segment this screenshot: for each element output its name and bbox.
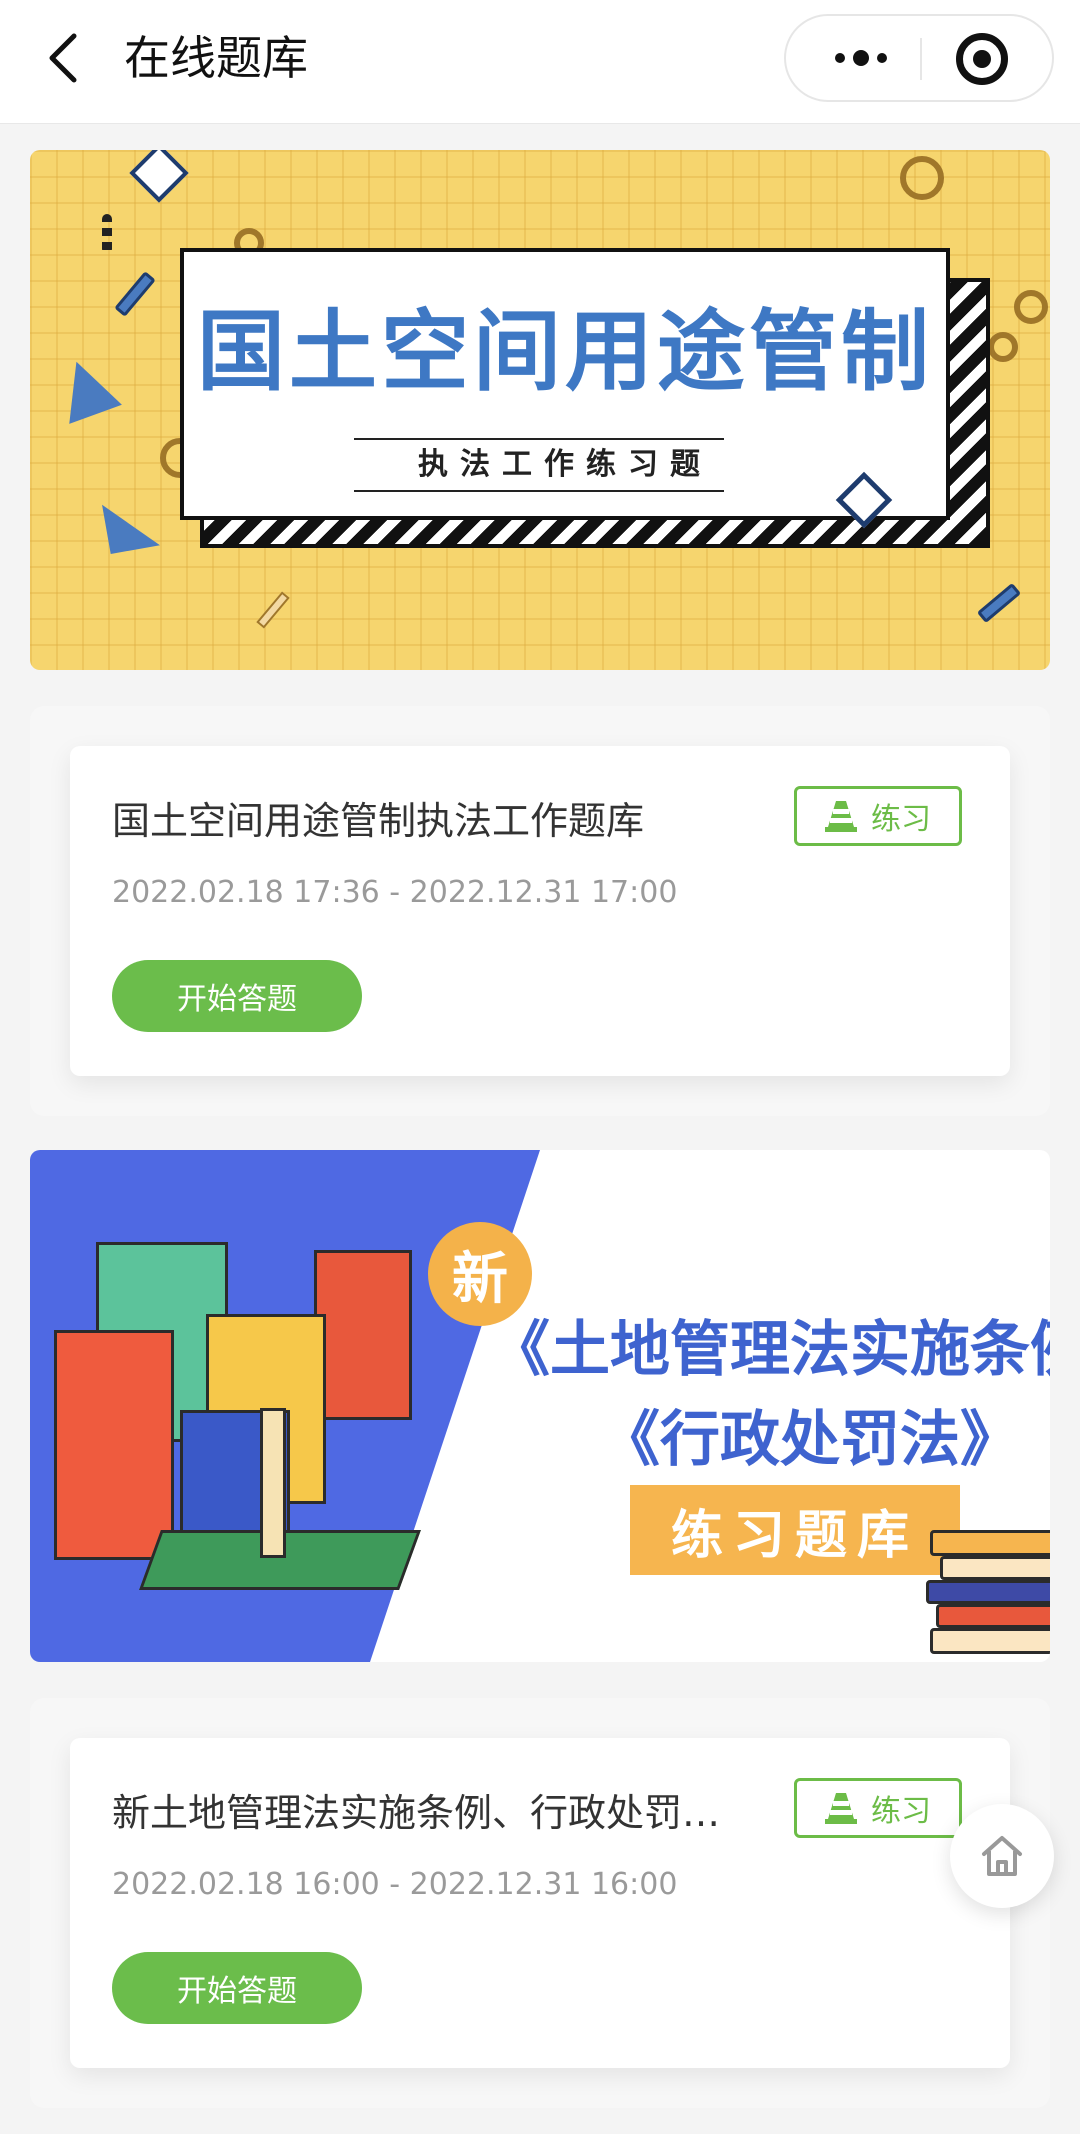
tag-label: 练习 <box>871 1794 931 1829</box>
page-title: 在线题库 <box>124 31 308 85</box>
chevron-left-icon <box>49 33 77 83</box>
triangle-decoration <box>102 496 160 554</box>
home-button[interactable] <box>950 1804 1054 1908</box>
triangle-decoration <box>50 352 122 424</box>
quiz-card[interactable]: 新土地管理法实施条例、行政处罚法练习题库 练习 2022.02.18 16:00… <box>70 1738 1010 2068</box>
navigation-bar: 在线题库 <box>0 0 1080 124</box>
traffic-cone-icon <box>825 801 857 832</box>
traffic-cone-icon <box>825 1793 857 1824</box>
dots-decoration <box>102 214 112 254</box>
title-board: 国土空间用途管制 执法工作练习题 <box>180 248 950 529</box>
diamond-decoration <box>129 150 189 203</box>
mini-program-capsule <box>784 14 1054 102</box>
quiz-time-range: 2022.02.18 16:00 - 2022.12.31 16:00 <box>112 1867 678 1902</box>
quiz-card[interactable]: 国土空间用途管制执法工作题库 练习 2022.02.18 17:36 - 202… <box>70 746 1010 1076</box>
pencil-decoration <box>114 271 156 317</box>
pencil-decoration <box>976 582 1022 624</box>
practice-tag: 练习 <box>794 786 962 846</box>
banner-headline-1: 《土地管理法实施条例》 <box>490 1315 1050 1385</box>
start-answer-button[interactable]: 开始答题 <box>112 960 362 1032</box>
banner-subtitle: 执法工作练习题 <box>418 447 712 482</box>
more-button[interactable] <box>806 16 916 100</box>
capsule-divider <box>920 38 922 80</box>
ring-decoration <box>900 156 944 200</box>
banner-title: 国土空间用途管制 <box>196 300 933 403</box>
quiz-title: 新土地管理法实施条例、行政处罚法练习题库 <box>112 1791 732 1835</box>
ring-decoration <box>1014 290 1048 324</box>
tag-label: 练习 <box>871 802 931 837</box>
quiz-card-container: 国土空间用途管制执法工作题库 练习 2022.02.18 17:36 - 202… <box>30 706 1050 1116</box>
banner-headline-2: 《行政处罚法》 <box>600 1405 1020 1475</box>
practice-tag: 练习 <box>794 1778 962 1838</box>
divider-line <box>354 438 724 440</box>
ring-decoration <box>988 332 1018 362</box>
quiz-time-range: 2022.02.18 17:36 - 2022.12.31 17:00 <box>112 875 678 910</box>
quiz-title: 国土空间用途管制执法工作题库 <box>112 799 645 843</box>
back-button[interactable] <box>34 28 94 88</box>
pencil-decoration <box>256 591 290 629</box>
target-circle-icon <box>973 50 991 68</box>
banner-pill-label: 练习题库 <box>630 1485 960 1575</box>
banner-land-law-practice[interactable]: 新 《土地管理法实施条例》 《行政处罚法》 练习题库 <box>30 1150 1050 1662</box>
close-button[interactable] <box>956 33 1008 85</box>
home-icon <box>982 1836 1022 1876</box>
banner-land-use-control[interactable]: 国土空间用途管制 执法工作练习题 <box>30 150 1050 670</box>
divider-line <box>354 490 724 492</box>
more-dots-icon <box>835 50 887 66</box>
start-answer-button[interactable]: 开始答题 <box>112 1952 362 2024</box>
quiz-card-container: 新土地管理法实施条例、行政处罚法练习题库 练习 2022.02.18 16:00… <box>30 1698 1050 2108</box>
